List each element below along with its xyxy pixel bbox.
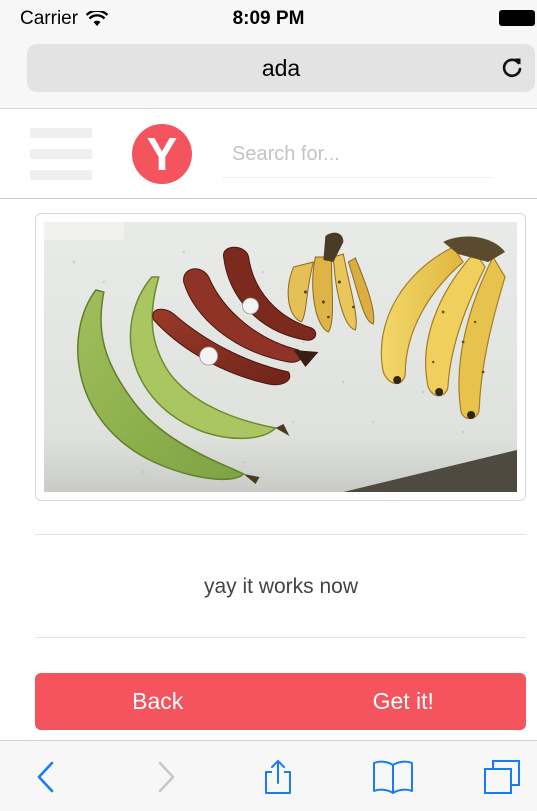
menu-line (30, 149, 92, 159)
back-button[interactable]: Back (35, 673, 281, 730)
divider (35, 637, 526, 638)
share-icon[interactable] (261, 759, 295, 795)
battery-icon (499, 10, 535, 26)
status-bar: Carrier 8:09 PM (0, 0, 537, 38)
menu-line (30, 128, 92, 138)
hamburger-menu-icon[interactable] (30, 128, 92, 180)
product-image-card (35, 213, 526, 501)
get-it-button[interactable]: Get it! (281, 673, 527, 730)
divider (35, 534, 526, 535)
reload-icon[interactable] (499, 55, 525, 81)
browser-chrome: Carrier 8:09 PM ada (0, 0, 537, 109)
product-photo (44, 222, 517, 492)
status-time: 8:09 PM (232, 8, 305, 29)
site-header: Y (0, 110, 537, 199)
tabs-icon[interactable] (483, 759, 523, 795)
address-url[interactable]: ada (27, 55, 535, 82)
status-message: yay it works now (203, 575, 359, 598)
action-bar: Back Get it! (35, 673, 526, 730)
browser-toolbar (0, 740, 537, 811)
bookmarks-icon[interactable] (372, 759, 414, 795)
forward-icon[interactable] (148, 759, 182, 795)
back-icon[interactable] (30, 759, 64, 795)
menu-line (30, 170, 92, 180)
search-input[interactable] (222, 132, 494, 178)
address-bar[interactable]: ada (27, 44, 535, 92)
logo[interactable]: Y (132, 124, 192, 184)
